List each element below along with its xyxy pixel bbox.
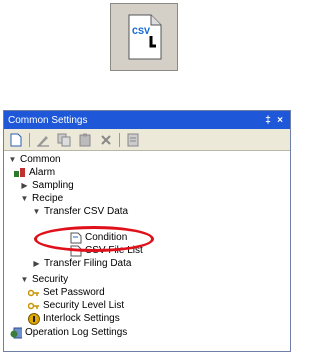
csv-condition-icon-tile: CSV (110, 3, 178, 71)
alarm-icon (14, 167, 26, 178)
settings-tree: ▼ Common Alarm ▶ Sampling ▼ Recipe ▼ Tra… (4, 151, 290, 351)
close-icon[interactable]: × (274, 115, 286, 126)
pin-icon[interactable]: ‡ (262, 115, 274, 126)
tree-item-label: Recipe (32, 193, 64, 204)
collapse-icon[interactable]: ▼ (8, 155, 17, 164)
tree-item-interlock-settings[interactable]: Interlock Settings (28, 312, 120, 325)
tree-item-label: Set Password (43, 287, 105, 298)
new-icon[interactable] (8, 132, 24, 148)
tree-item-transfer-csv-data[interactable]: ▼ Transfer CSV Data (32, 205, 129, 218)
tree-item-label: Common (20, 154, 61, 165)
tree-item-label: Sampling (32, 180, 74, 191)
tree-item-set-password[interactable]: Set Password (28, 286, 105, 299)
delete-icon[interactable] (98, 132, 114, 148)
toolbar-separator (119, 132, 120, 147)
panel-title: Common Settings (8, 114, 88, 126)
tree-item-sampling[interactable]: ▶ Sampling (20, 179, 74, 192)
tree-item-label: Alarm (29, 167, 56, 178)
panel-toolbar (4, 129, 290, 151)
toolbar-separator (29, 132, 30, 147)
csv-icon-text: CSV (132, 27, 150, 38)
tree-item-label: Operation Log Settings (25, 327, 128, 338)
tree-item-label: Security (32, 274, 69, 285)
expand-icon[interactable]: ▶ (20, 181, 29, 190)
collapse-icon[interactable]: ▼ (32, 207, 41, 216)
operation-log-icon (10, 327, 22, 338)
tree-item-common[interactable]: ▼ Common (8, 153, 61, 166)
tree-item-operation-log-settings[interactable]: Operation Log Settings (10, 326, 127, 339)
tree-item-transfer-filing-data[interactable]: ▶ Transfer Filing Data (32, 257, 131, 270)
tree-item-label: Interlock Settings (43, 313, 120, 324)
tree-item-alarm[interactable]: Alarm (14, 166, 55, 179)
expand-icon[interactable]: ▶ (32, 259, 41, 268)
copy-icon[interactable] (56, 132, 72, 148)
collapse-icon[interactable]: ▼ (20, 194, 29, 203)
interlock-icon (28, 312, 40, 325)
tree-item-security[interactable]: ▼ Security (20, 273, 69, 286)
csv-file-icon: CSV (128, 14, 162, 60)
tree-item-recipe[interactable]: ▼ Recipe (20, 192, 64, 205)
highlight-ellipse (34, 226, 154, 252)
key-icon (28, 287, 40, 298)
properties-icon[interactable] (125, 132, 141, 148)
collapse-icon[interactable]: ▼ (20, 275, 29, 284)
tree-item-label: Security Level List (43, 300, 125, 311)
tree-item-label: Transfer Filing Data (44, 258, 132, 269)
paste-icon[interactable] (77, 132, 93, 148)
key-icon (28, 300, 40, 311)
tree-item-security-level-list[interactable]: Security Level List (28, 299, 124, 312)
panel-titlebar: Common Settings ‡ × (4, 111, 290, 129)
tree-item-label: Transfer CSV Data (44, 206, 129, 217)
edit-icon[interactable] (35, 132, 51, 148)
